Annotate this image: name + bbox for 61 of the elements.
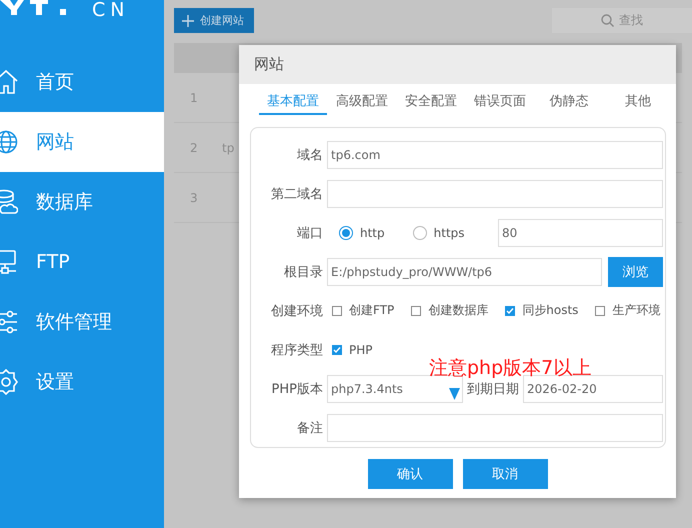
field-label: 第二域名 [270, 186, 323, 204]
option-label: https [434, 226, 465, 240]
plus-icon [182, 14, 194, 26]
tab[interactable]: 其他 [604, 89, 672, 115]
create-site-button[interactable]: 创建网站 [174, 8, 254, 33]
search-placeholder: 查找 [619, 12, 643, 29]
sidebar-item[interactable]: 设置 [0, 352, 164, 412]
cancel-button[interactable]: 取消 [462, 459, 548, 489]
checkbox-label: PHP [349, 342, 372, 357]
globe-icon [0, 130, 18, 154]
sidebar-item[interactable]: 首页 [0, 52, 164, 112]
option-label: http [360, 226, 385, 240]
field-label: 根目录 [283, 264, 323, 282]
table-cell-text: 2 [189, 140, 199, 154]
field-label: 端口 [296, 225, 323, 242]
checkbox[interactable] [411, 306, 422, 316]
browse-button[interactable]: 浏览 [608, 257, 663, 288]
field-label: 备注 [296, 420, 323, 437]
house-icon [0, 69, 18, 95]
tab[interactable]: 高级配置 [328, 89, 396, 115]
sidebar-item[interactable]: 数据库 [0, 172, 164, 232]
table-cell-text: 1 [189, 90, 199, 104]
input-field[interactable]: tp6.com [327, 141, 663, 170]
checkbox[interactable] [332, 306, 342, 316]
checkbox-label: 生产环境 [612, 302, 660, 320]
monitor-icon [0, 249, 18, 275]
tab[interactable]: 伪静态 [535, 89, 603, 115]
logo-text: CN [92, 0, 130, 20]
tab[interactable]: 基本配置 [259, 89, 327, 115]
gear-icon [0, 369, 18, 395]
search-field[interactable]: 查找 [552, 8, 692, 33]
checkbox[interactable] [595, 306, 606, 316]
checkbox-label: 创建FTP [349, 302, 394, 320]
search-icon [601, 14, 614, 27]
checkbox[interactable] [332, 344, 342, 355]
checkbox[interactable] [505, 306, 516, 316]
table-cell: tp [222, 140, 234, 154]
sidebar-item[interactable]: FTP [0, 232, 164, 292]
checkbox-label: 同步hosts [522, 302, 578, 320]
dialog-title: 网站 [239, 45, 676, 84]
input-field[interactable] [327, 414, 663, 442]
field-label: 程序类型 [270, 342, 323, 359]
confirm-button[interactable]: 确认 [368, 459, 452, 489]
field-label: 到期日期 [467, 380, 519, 398]
checkbox-label: 创建数据库 [428, 302, 488, 320]
field-label: 域名 [296, 147, 323, 164]
table-cell-text: 3 [189, 190, 199, 204]
dropdown-arrow-icon [449, 388, 460, 400]
database-icon [0, 189, 18, 215]
sidebar-item[interactable]: 网站 [0, 112, 164, 172]
radio-button[interactable] [412, 226, 427, 240]
port-field[interactable]: 80 [498, 219, 663, 248]
input-field[interactable] [327, 180, 663, 208]
sliders-icon [0, 310, 18, 334]
tab[interactable]: 安全配置 [397, 89, 465, 115]
radio-button[interactable] [339, 226, 353, 240]
path-field[interactable]: E:/phpstudy_pro/WWW/tp6 [327, 258, 602, 286]
field-label: 创建环境 [270, 302, 323, 320]
sidebar-item[interactable]: 软件管理 [0, 292, 164, 352]
field-label: PHP版本 [270, 380, 323, 398]
tab[interactable]: 错误页面 [466, 89, 534, 115]
